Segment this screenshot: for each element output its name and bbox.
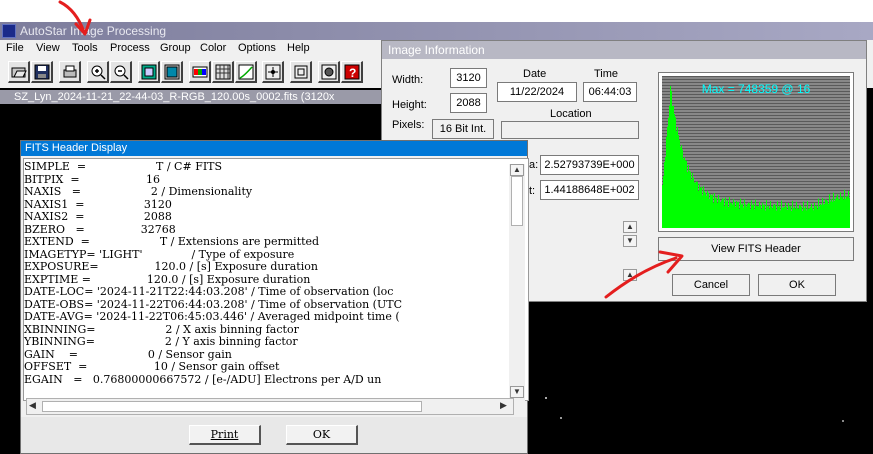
arrow-to-view-fits-header <box>604 256 678 299</box>
annotation-arrows <box>58 0 684 299</box>
